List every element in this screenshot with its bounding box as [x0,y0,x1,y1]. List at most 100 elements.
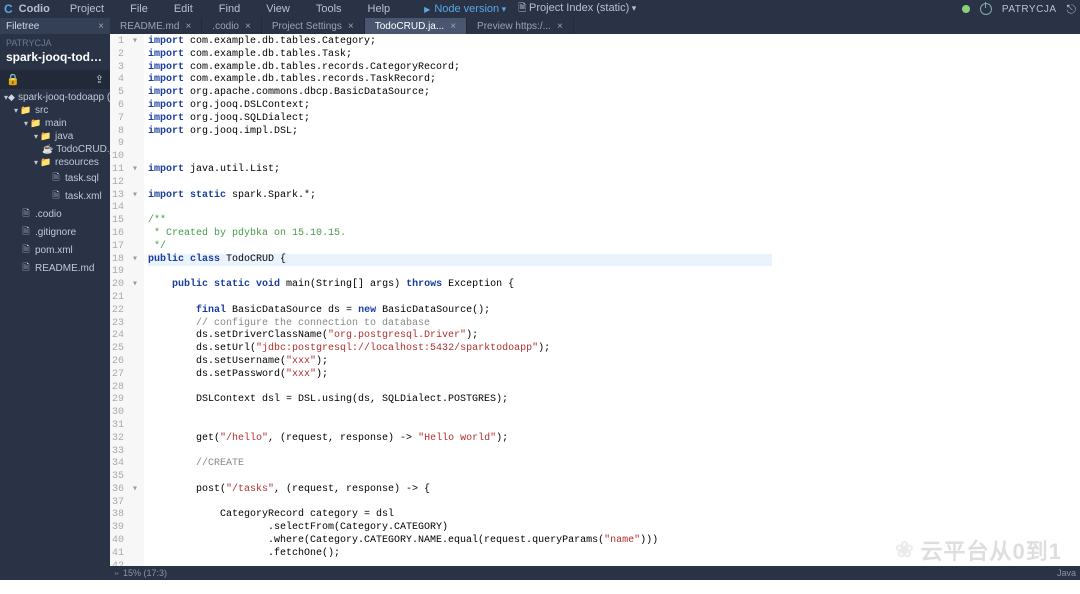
tree-folder[interactable]: ▾📁resources [0,156,110,169]
code-line[interactable]: get("/hello", (request, response) -> "He… [148,433,772,446]
code-line[interactable]: import org.jooq.SQLDialect; [148,113,772,126]
code-line[interactable] [148,382,772,395]
code-line[interactable]: ds.setDriverClassName("org.postgresql.Dr… [148,330,772,343]
power-icon[interactable] [980,3,992,15]
code-editor[interactable]: 1 ▾2 3 4 5 6 7 8 9 10 11 ▾12 13 ▾14 15 1… [110,34,1080,566]
filetree-panel-tab[interactable]: Filetree × [0,18,110,34]
code-line[interactable]: DSLContext dsl = DSL.using(ds, SQLDialec… [148,394,772,407]
fold-icon[interactable]: ▾ [130,279,138,292]
code-line[interactable]: .selectFrom(Category.CATEGORY) [148,522,772,535]
tree-file[interactable]: 🗎.gitignore [0,223,110,241]
code-line[interactable] [148,446,772,459]
code-line[interactable]: import org.jooq.DSLContext; [148,100,772,113]
line-number: 13 ▾ [110,190,140,203]
tree-folder[interactable]: ▾📁java [0,130,110,143]
editor-tab[interactable]: Preview https:/...× [467,18,574,34]
code-line[interactable]: //CREATE [148,458,772,471]
code-line[interactable]: public static void main(String[] args) t… [148,279,772,292]
user-label[interactable]: PATRYCJA [1002,4,1057,15]
editor-tab[interactable]: TodoCRUD.ja...× [365,18,467,34]
editor-tab[interactable]: Project Settings× [262,18,365,34]
close-icon[interactable]: × [98,21,104,32]
tab-bar: Filetree × README.md×.codio×Project Sett… [0,18,1080,34]
code-line[interactable]: ds.setPassword("xxx"); [148,369,772,382]
code-line[interactable]: final BasicDataSource ds = new BasicData… [148,305,772,318]
node-version-dropdown[interactable]: Node version [424,3,506,15]
code-line[interactable]: ds.setUrl("jdbc:postgresql://localhost:5… [148,343,772,356]
close-icon[interactable]: × [557,21,563,32]
line-number: 36 ▾ [110,484,140,497]
line-number: 29 [110,394,140,407]
code-line[interactable]: CategoryRecord category = dsl [148,509,772,522]
line-number: 26 [110,356,140,369]
exit-icon[interactable]: ⎋ [1067,2,1077,17]
code-content[interactable]: import com.example.db.tables.Category;im… [144,34,776,566]
fold-icon[interactable]: ▾ [130,484,138,497]
project-index-dropdown[interactable]: Project Index (static) [518,1,636,18]
code-line[interactable]: .fetchOne(); [148,548,772,561]
language-mode[interactable]: Java [1057,568,1076,578]
code-line[interactable]: import com.example.db.tables.records.Tas… [148,74,772,87]
code-line[interactable]: import com.example.db.tables.Task; [148,49,772,62]
menu-find[interactable]: Find [211,1,248,17]
statusbar-caret-icon[interactable]: » [114,570,119,576]
code-line[interactable]: ds.setUsername("xxx"); [148,356,772,369]
code-line[interactable]: .where(Category.CATEGORY.NAME.equal(requ… [148,535,772,548]
menu-edit[interactable]: Edit [166,1,201,17]
menu-project[interactable]: Project [62,1,112,17]
fold-icon[interactable]: ▾ [130,36,138,49]
close-icon[interactable]: × [450,21,456,32]
tree-file[interactable]: 🗎pom.xml [0,241,110,259]
code-line[interactable]: public class TodoCRUD { [148,254,772,267]
fold-icon[interactable]: ▾ [130,190,138,203]
code-line[interactable]: import org.apache.commons.dbcp.BasicData… [148,87,772,100]
editor-tab[interactable]: README.md× [110,18,202,34]
menu-view[interactable]: View [258,1,298,17]
menu-file[interactable]: File [122,1,156,17]
line-number: 5 [110,87,140,100]
close-icon[interactable]: × [185,21,191,32]
code-line[interactable]: post("/tasks", (request, response) -> { [148,484,772,497]
line-number: 28 [110,382,140,395]
tree-file[interactable]: 🗎task.xml [0,187,110,205]
close-icon[interactable]: × [245,21,251,32]
tree-folder[interactable]: ▾📁src [0,104,110,117]
code-line[interactable] [148,266,772,279]
menu-tools[interactable]: Tools [308,1,350,17]
tree-folder[interactable]: ▾📁main [0,117,110,130]
menu-help[interactable]: Help [360,1,399,17]
code-line[interactable]: import static spark.Spark.*; [148,190,772,203]
code-line[interactable]: */ [148,241,772,254]
tree-file[interactable]: 🗎.codio [0,205,110,223]
code-line[interactable]: // configure the connection to database [148,318,772,331]
code-line[interactable] [148,407,772,420]
line-number: 6 [110,100,140,113]
code-line[interactable]: import java.util.List; [148,164,772,177]
code-line[interactable] [148,497,772,510]
tree-file[interactable]: ☕TodoCRUD.java [0,143,110,156]
lock-icon[interactable]: 🔒 [6,73,20,86]
tree-file[interactable]: 🗎README.md [0,259,110,277]
code-line[interactable] [148,292,772,305]
line-number: 22 [110,305,140,318]
fold-icon[interactable]: ▾ [130,254,138,267]
editor-tab[interactable]: .codio× [202,18,262,34]
code-line[interactable] [148,471,772,484]
code-line[interactable]: import com.example.db.tables.Category; [148,36,772,49]
code-line[interactable]: import org.jooq.impl.DSL; [148,126,772,139]
code-line[interactable]: import com.example.db.tables.records.Cat… [148,62,772,75]
fold-icon[interactable]: ▾ [130,164,138,177]
tree-file[interactable]: 🗎task.sql [0,169,110,187]
tree-folder[interactable]: ▾◆spark-jooq-todoapp (master) [0,91,110,104]
code-line[interactable] [148,151,772,164]
code-line[interactable] [148,202,772,215]
code-line[interactable]: * Created by pdybka on 15.10.15. [148,228,772,241]
code-line[interactable]: /** [148,215,772,228]
share-icon[interactable]: ⇪ [95,73,104,86]
close-icon[interactable]: × [348,21,354,32]
code-line[interactable] [148,177,772,190]
code-line[interactable] [148,420,772,433]
line-number: 2 [110,49,140,62]
code-line[interactable] [148,138,772,151]
tree-node-label: resources [55,157,99,168]
